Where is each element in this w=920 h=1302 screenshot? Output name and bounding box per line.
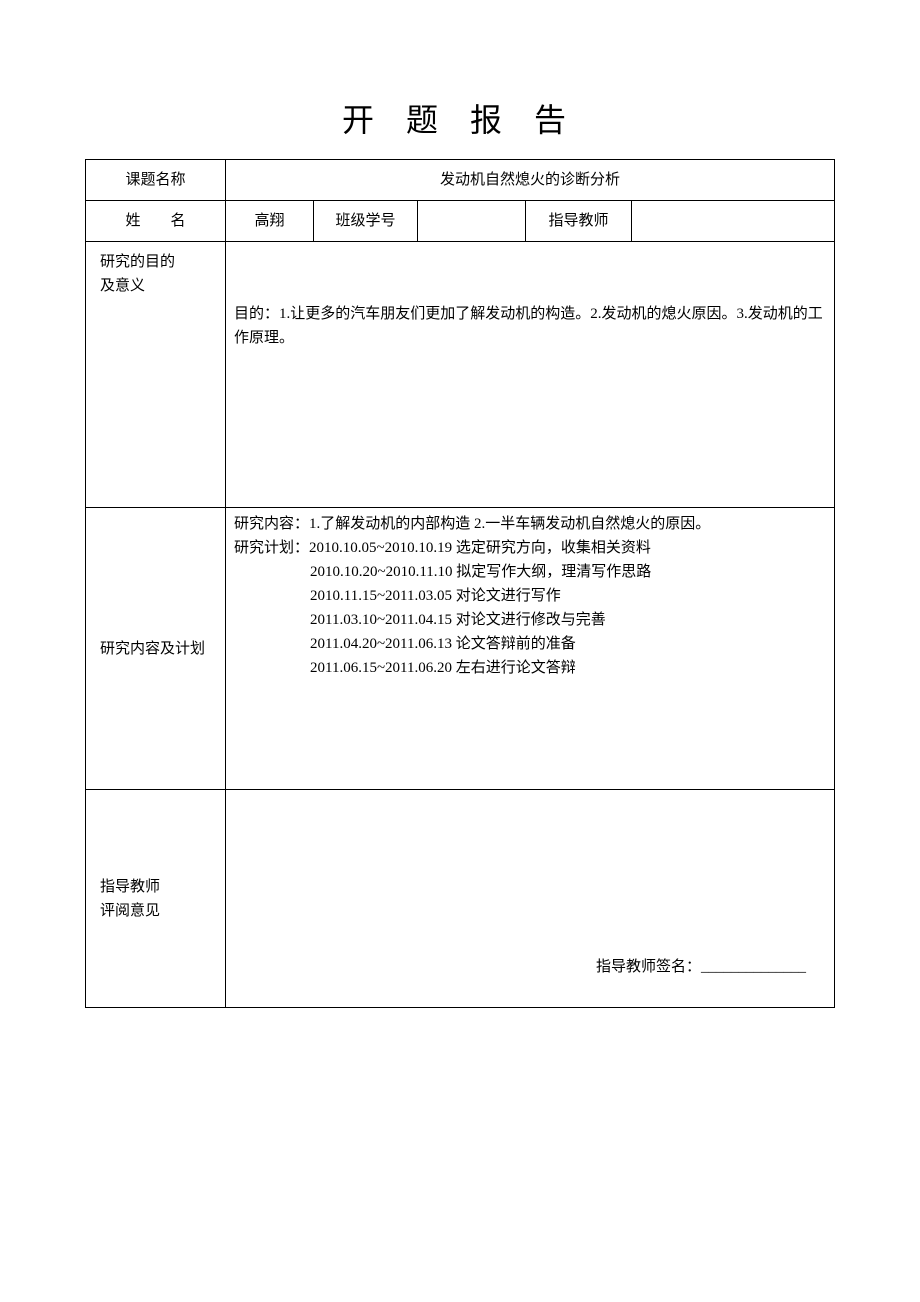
value-research-plan: 研究内容：1.了解发动机的内部构造 2.一半车辆发动机自然熄火的原因。 研究计划… [226,508,835,790]
goal-text: 目的：1.让更多的汽车朋友们更加了解发动机的构造。2.发动机的熄火原因。3.发动… [234,302,826,350]
plan-line-2: 研究计划：2010.10.05~2010.10.19 选定研究方向，收集相关资料 [234,536,826,560]
label-student-name: 姓 名 [86,201,226,242]
label-research-goal: 研究的目的及意义 [86,242,226,508]
plan-line-7: 2011.06.15~2011.06.20 左右进行论文答辩 [310,656,826,680]
plan-line-6: 2011.04.20~2011.06.13 论文答辩前的准备 [310,632,826,656]
plan-line-5: 2011.03.10~2011.04.15 对论文进行修改与完善 [310,608,826,632]
label-topic-name: 课题名称 [86,160,226,201]
value-advisor [632,201,835,242]
signature-blank: ______________ [701,959,806,975]
label-class-no: 班级学号 [314,201,418,242]
value-topic-title: 发动机自然熄火的诊断分析 [226,160,835,201]
signature-line: 指导教师签名：______________ [596,955,806,979]
label-research-plan: 研究内容及计划 [86,508,226,790]
document-title: 开 题 报 告 [85,95,835,141]
plan-line-1: 研究内容：1.了解发动机的内部构造 2.一半车辆发动机自然熄火的原因。 [234,512,826,536]
value-research-goal: 目的：1.让更多的汽车朋友们更加了解发动机的构造。2.发动机的熄火原因。3.发动… [226,242,835,508]
value-class-no [418,201,526,242]
report-table: 课题名称 发动机自然熄火的诊断分析 姓 名 高翔 班级学号 指导教师 研究的目的… [85,159,835,1008]
signature-label: 指导教师签名： [596,959,701,975]
label-advisor: 指导教师 [526,201,632,242]
plan-line-3: 2010.10.20~2010.11.10 拟定写作大纲，理清写作思路 [310,560,826,584]
label-advisor-opinion: 指导教师评阅意见 [86,790,226,1008]
value-student-name: 高翔 [226,201,314,242]
plan-line-4: 2010.11.15~2011.03.05 对论文进行写作 [310,584,826,608]
value-advisor-opinion: 指导教师签名：______________ [226,790,835,1008]
